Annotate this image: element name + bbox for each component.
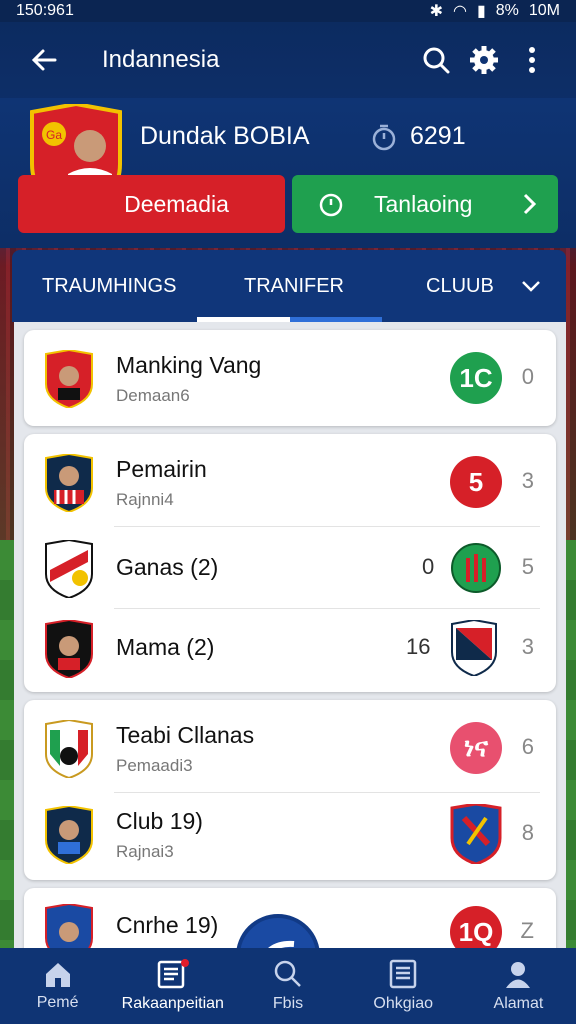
- tab-traumhings-label: TRAUMHINGS: [42, 274, 177, 297]
- deemadia-button[interactable]: Deemadia: [18, 175, 285, 233]
- home-icon: [45, 963, 70, 987]
- row-title: Mama (2): [116, 634, 215, 660]
- settings-button[interactable]: [460, 36, 508, 84]
- chevron-right-icon: [523, 193, 537, 215]
- nav-search-label: Fbis: [272, 995, 304, 1012]
- tabs-expand-button[interactable]: [518, 250, 544, 322]
- row-count: 0: [521, 364, 534, 389]
- team-stat: 6291: [370, 122, 466, 151]
- club-shield-icon: [45, 540, 93, 598]
- signal-icon: ▮: [476, 3, 486, 20]
- list-item[interactable]: Mama (2) 16 3: [24, 602, 556, 694]
- row-count: 3: [521, 468, 534, 493]
- row-left-value: 0: [422, 554, 435, 579]
- status-bar: 150:961 ✱ ◠ ▮ 8% 10M: [0, 0, 576, 22]
- search-button[interactable]: [412, 36, 460, 84]
- team-name: Dundak BOBIA: [140, 122, 310, 150]
- list-item[interactable]: Pemairin Rajnni4 5 3: [24, 436, 556, 528]
- arrow-left-icon: [31, 49, 57, 71]
- gear-icon: [470, 46, 498, 74]
- tanlaoing-button[interactable]: Tanlaoing: [292, 175, 558, 233]
- bottom-navigation: Pemé Rakaanpeitian Fbis Ohkgiao Alamat: [0, 948, 576, 1024]
- row-title: Ganas (2): [116, 554, 219, 580]
- nav-news-label: Rakaanpeitian: [121, 995, 224, 1012]
- club-roundel-icon: [451, 543, 501, 593]
- nav-news[interactable]: Rakaanpeitian: [115, 948, 230, 1024]
- row-title: Club 19): [116, 808, 203, 834]
- row-subtitle: Rajnni4: [116, 490, 174, 509]
- list-item[interactable]: Club 19) Rajnai3 8: [24, 788, 556, 880]
- nav-list[interactable]: Ohkgiao: [346, 948, 461, 1024]
- tab-tranifer-label: TRANIFER: [244, 274, 344, 297]
- battery-level: 8%: [495, 2, 519, 19]
- nav-home[interactable]: Pemé: [0, 948, 115, 1024]
- tab-cluub-label: CLUUB: [426, 274, 494, 297]
- club-shield-icon: [45, 454, 93, 512]
- row-count: 5: [521, 554, 534, 579]
- row-title: Teabi Cllanas: [116, 722, 255, 748]
- list-icon: [389, 959, 417, 989]
- team-header: Ga Dundak BOBIA 6291 Deemadia Tanlaoing: [0, 98, 576, 248]
- tab-cluub[interactable]: CLUUB: [426, 250, 494, 322]
- page-title: Indannesia: [102, 46, 220, 73]
- app-bar: Indannesia: [0, 22, 576, 98]
- tab-traumhings[interactable]: TRAUMHINGS: [42, 250, 176, 322]
- row-title: Manking Vang: [116, 352, 262, 378]
- profile-icon: [506, 962, 531, 988]
- search-icon: [423, 47, 450, 74]
- row-count: 8: [521, 820, 534, 845]
- team-stat-value: 6291: [410, 122, 466, 150]
- row-title: Cnrhe 19): [116, 912, 219, 938]
- club-shield-icon: [45, 620, 93, 678]
- list-card: Pemairin Rajnni4 5 3 Ganas (2) 0 5 Mama …: [24, 434, 556, 692]
- timer-icon: [372, 124, 396, 150]
- nav-home-label: Pemé: [36, 994, 79, 1011]
- nav-list-label: Ohkgiao: [373, 995, 433, 1012]
- club-shield-icon: [450, 804, 502, 864]
- more-button[interactable]: [508, 36, 556, 84]
- row-left-value: 16: [406, 634, 431, 659]
- list-card: Manking Vang Demaan6 1C 0: [24, 330, 556, 426]
- back-button[interactable]: [20, 36, 68, 84]
- list-card: Teabi Cllanas Pemaadi3 ነና 6 Club 19) Raj…: [24, 700, 556, 880]
- row-subtitle: Demaan6: [116, 386, 190, 405]
- club-shield-icon: [45, 350, 93, 408]
- row-subtitle: Pemaadi3: [116, 756, 193, 775]
- club-shield-icon: [45, 806, 93, 864]
- deemadia-label: Deemadia: [124, 190, 229, 217]
- score-badge: 5: [450, 456, 502, 508]
- tab-bar: TRAUMHINGS TRANIFER CLUUB: [12, 250, 566, 322]
- row-count: 3: [521, 634, 534, 659]
- club-shield-icon: [45, 720, 93, 778]
- bluetooth-icon: ✱: [429, 3, 443, 20]
- search-icon: [274, 960, 301, 987]
- list-item[interactable]: Teabi Cllanas Pemaadi3 ነና 6: [24, 702, 556, 794]
- score-badge: ነና: [450, 722, 502, 774]
- status-time: 150:961: [16, 2, 74, 19]
- nav-profile[interactable]: Alamat: [461, 948, 576, 1024]
- wifi-icon: ◠: [452, 3, 467, 20]
- row-count: 6: [521, 734, 534, 759]
- list-item[interactable]: Ganas (2) 0 5: [24, 522, 556, 614]
- timer-icon: [319, 193, 343, 217]
- row-subtitle: Rajnai3: [116, 842, 174, 861]
- status-clock: 10M: [528, 2, 560, 19]
- more-vertical-icon: [529, 47, 535, 73]
- crest-letters: Ga: [46, 128, 62, 142]
- club-shield-icon: [451, 620, 497, 676]
- list-item[interactable]: Manking Vang Demaan6 1C 0: [24, 332, 556, 424]
- nav-profile-label: Alamat: [493, 995, 544, 1012]
- chevron-down-icon: [522, 281, 540, 292]
- news-icon: [157, 959, 189, 989]
- score-badge: 1C: [450, 352, 502, 404]
- row-count: Z: [520, 918, 534, 943]
- nav-search[interactable]: Fbis: [230, 948, 345, 1024]
- row-title: Pemairin: [116, 456, 207, 482]
- tanlaoing-label: Tanlaoing: [374, 190, 473, 217]
- tab-tranifer[interactable]: TRANIFER: [244, 250, 344, 322]
